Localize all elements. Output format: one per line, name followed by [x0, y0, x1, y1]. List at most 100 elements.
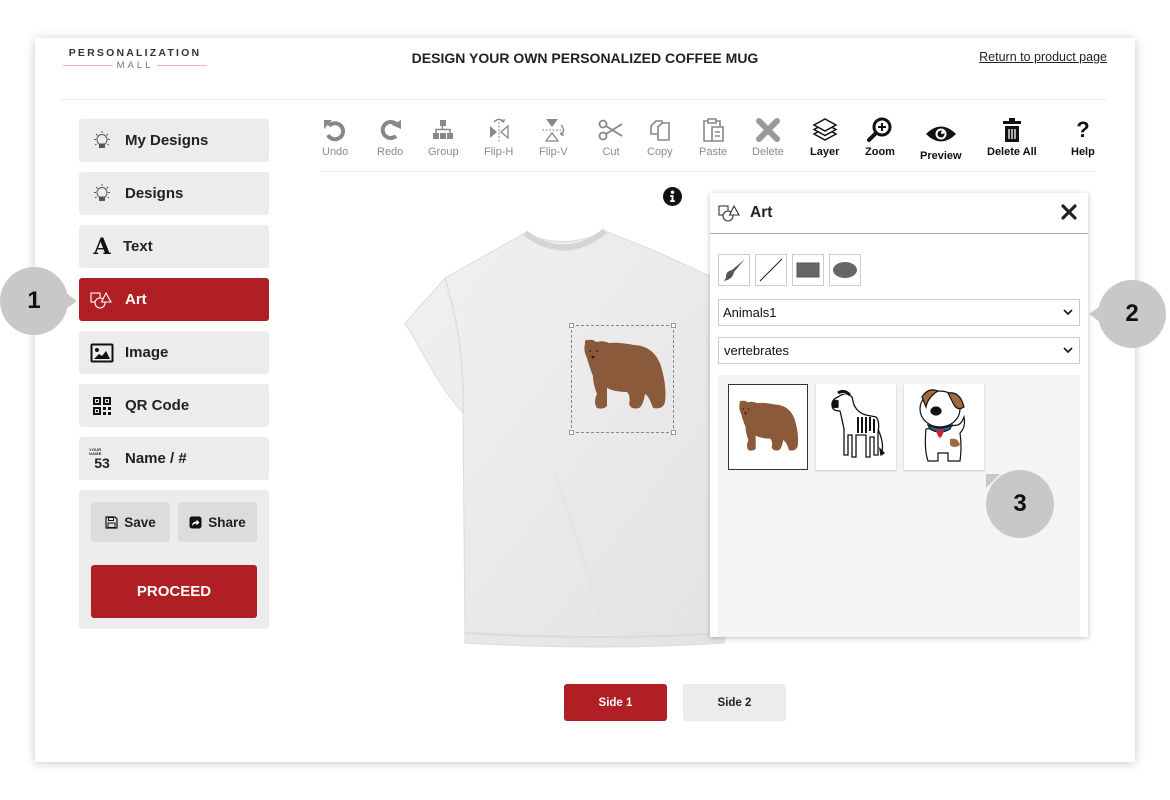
tab-side-1[interactable]: Side 1: [564, 684, 667, 721]
question-icon: ?: [1076, 117, 1090, 142]
sidebar-item-my-designs[interactable]: My Designs: [79, 119, 269, 162]
zoom-in-icon: [866, 116, 893, 144]
floppy-disk-icon: [105, 515, 118, 529]
line-tool-button[interactable]: [755, 254, 787, 286]
zoom-button[interactable]: Zoom: [865, 116, 895, 158]
callout-3: 3: [986, 470, 1054, 538]
selected-art-bear[interactable]: [569, 323, 676, 435]
callout-2: 2: [1089, 280, 1166, 348]
art-category-select[interactable]: Animals1: [718, 299, 1080, 326]
shapes-icon: [718, 204, 740, 222]
flip-horizontal-icon: [487, 116, 511, 144]
share-label: Share: [208, 514, 246, 530]
page-title: DESIGN YOUR OWN PERSONALIZED COFFEE MUG: [411, 50, 759, 66]
delete-all-button[interactable]: Delete All: [987, 116, 1037, 158]
editing-toolbar: Undo Redo Group Flip-H Flip-V Cut Copy P…: [322, 116, 1096, 172]
resize-handle[interactable]: [671, 430, 676, 435]
share-icon: [189, 516, 202, 528]
flip-horizontal-button[interactable]: Flip-H: [484, 116, 513, 158]
text-a-icon: A: [93, 233, 111, 260]
art-subcategory-value: vertebrates: [724, 343, 790, 358]
callout-number: 3: [1013, 490, 1027, 517]
art-panel-title: Art: [750, 204, 773, 221]
flip-vertical-button[interactable]: Flip-V: [539, 116, 568, 158]
group-button[interactable]: Group: [428, 116, 459, 158]
sidebar-item-image[interactable]: Image: [79, 331, 269, 374]
delete-x-icon: [755, 116, 781, 144]
copy-icon: [648, 116, 672, 144]
art-category-value: Animals1: [723, 305, 777, 320]
tshirt-product-image: [405, 228, 725, 648]
personalization-mall-logo[interactable]: PERSONALIZATION MALL: [60, 47, 210, 71]
ellipse-icon: [833, 262, 857, 278]
art-thumbnail-bear[interactable]: [728, 384, 808, 470]
lightbulb-icon: [89, 129, 115, 153]
art-subcategory-select[interactable]: vertebrates: [718, 337, 1080, 364]
copy-button[interactable]: Copy: [647, 116, 673, 158]
line-icon: [759, 258, 783, 282]
save-button[interactable]: Save: [91, 502, 170, 542]
qr-code-icon: [89, 394, 115, 418]
save-share-panel: Save Share PROCEED: [79, 490, 269, 629]
callout-1: 1: [0, 267, 77, 335]
logo-bottom-text: MALL: [116, 60, 154, 71]
sidebar-item-text[interactable]: A Text: [79, 225, 269, 268]
sidebar-item-name-number[interactable]: YOUR NAME 53 Name / #: [79, 437, 269, 480]
name-icon-number: 53: [94, 454, 110, 471]
sidebar-item-label: My Designs: [125, 132, 209, 149]
undo-icon: [322, 116, 348, 144]
sidebar-item-qr-code[interactable]: QR Code: [79, 384, 269, 427]
art-panel-header: Art: [710, 193, 1088, 234]
ellipse-tool-button[interactable]: [829, 254, 861, 286]
delete-button[interactable]: Delete: [752, 116, 784, 158]
art-thumbnail-zebra[interactable]: [816, 384, 896, 470]
info-icon[interactable]: [663, 187, 682, 206]
resize-handle[interactable]: [569, 430, 574, 435]
bear-art-icon: [584, 339, 666, 409]
redo-button[interactable]: Redo: [377, 116, 403, 158]
trash-icon: [1002, 116, 1022, 144]
logo-rule-right: [157, 65, 208, 66]
image-icon: [89, 341, 115, 365]
art-panel: Art Animals1 vertebrates: [710, 193, 1088, 637]
share-button[interactable]: Share: [178, 502, 257, 542]
brush-tool-button[interactable]: [718, 254, 750, 286]
eye-icon: [925, 120, 957, 148]
name-number-icon: YOUR NAME 53: [89, 447, 115, 471]
save-label: Save: [124, 514, 156, 530]
callout-number: 1: [27, 287, 41, 314]
zebra-icon: [831, 389, 886, 458]
layer-button[interactable]: Layer: [810, 116, 839, 158]
sidebar-item-label: QR Code: [125, 397, 190, 414]
chevron-down-icon: [1063, 347, 1073, 354]
logo-rule-left: [62, 65, 113, 66]
paste-icon: [701, 116, 725, 144]
sidebar-item-label: Art: [125, 291, 147, 308]
logo-top-text: PERSONALIZATION: [68, 47, 202, 59]
sidebar-item-label: Designs: [125, 185, 184, 202]
callout-number: 2: [1125, 300, 1139, 327]
resize-handle[interactable]: [569, 323, 574, 328]
brush-icon: [724, 259, 745, 281]
cut-button[interactable]: Cut: [598, 116, 624, 158]
layers-icon: [812, 116, 838, 144]
sidebar-item-art[interactable]: Art: [79, 278, 269, 321]
sidebar-item-label: Name / #: [125, 450, 187, 467]
tab-side-2[interactable]: Side 2: [683, 684, 786, 721]
close-icon[interactable]: [1060, 203, 1078, 221]
paste-button[interactable]: Paste: [699, 116, 727, 158]
undo-button[interactable]: Undo: [322, 116, 348, 158]
help-button[interactable]: ? Help: [1071, 116, 1095, 158]
return-to-product-link[interactable]: Return to product page: [979, 50, 1107, 64]
art-thumbnail-dog[interactable]: [904, 384, 984, 470]
rectangle-tool-button[interactable]: [792, 254, 824, 286]
resize-handle[interactable]: [671, 323, 676, 328]
rectangle-icon: [796, 262, 820, 278]
header-divider: [60, 99, 1107, 100]
preview-button[interactable]: Preview: [920, 120, 962, 162]
flip-vertical-icon: [540, 116, 566, 144]
sidebar-item-designs[interactable]: Designs: [79, 172, 269, 215]
proceed-button[interactable]: PROCEED: [91, 565, 257, 618]
sidebar-item-label: Image: [125, 344, 169, 361]
redo-icon: [377, 116, 403, 144]
